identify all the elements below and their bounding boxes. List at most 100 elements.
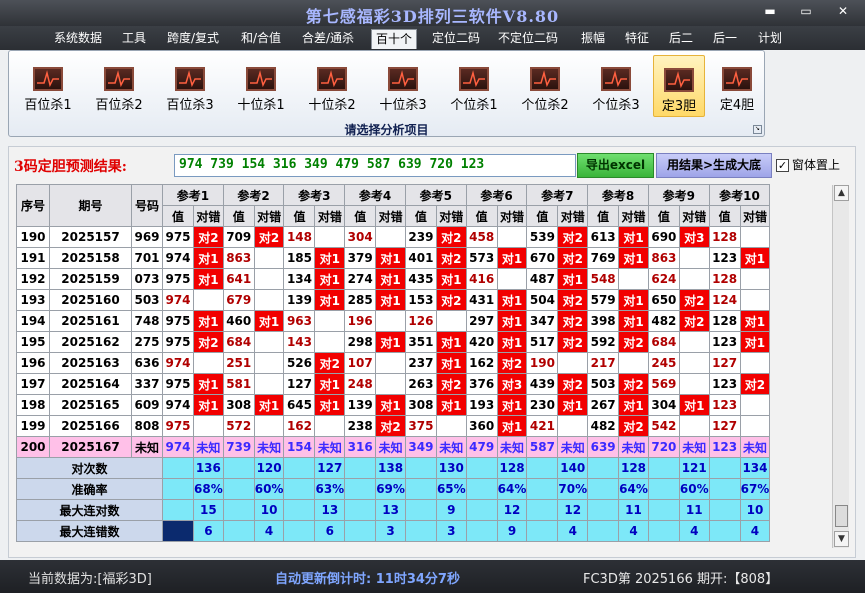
stats-blank (222, 499, 255, 521)
stats-label: 对次数 (16, 457, 163, 479)
ribbon-button-0[interactable]: 百位杀1 (15, 55, 81, 117)
ribbon-button-label: 百位杀2 (95, 98, 143, 113)
menu-item-1[interactable]: 工具 (118, 29, 150, 49)
stats-value: 4 (739, 520, 771, 542)
menu-item-3[interactable]: 和/合值 (237, 29, 285, 49)
checkbox-check-icon[interactable]: ✓ (776, 159, 789, 172)
stats-value: 10 (253, 499, 285, 521)
header-ref: 参考9 (647, 184, 710, 206)
stats-row: 准确率 68% 60% 63% 69% 65% 64% 70% 64% 60% 67% (16, 478, 771, 500)
row-period: 2025167 (49, 436, 132, 458)
cell-value: 679 (222, 289, 255, 311)
cell-hit: 对1 (739, 310, 771, 332)
cell-value: 128 (708, 226, 741, 248)
scroll-thumb[interactable] (835, 505, 848, 527)
table-row[interactable]: 190 2025157 969 975 对2 709 对2 148 304 239 对2 458 539… (16, 226, 771, 248)
table-row[interactable]: 193 2025160 503 974 679 139 对1 285 对1 153 对2 431 对1 5… (16, 289, 771, 311)
cell-hit (193, 352, 224, 374)
cell-value: 645 (283, 394, 316, 416)
table-row-pending[interactable]: 200 2025167 未知 974 未知 739 未知 154 未知 316 未知 349 未知 479… (16, 436, 771, 458)
cell-hit (739, 394, 771, 416)
ribbon-button-3[interactable]: 十位杀1 (228, 55, 294, 117)
ribbon-button-8[interactable]: 个位杀3 (583, 55, 649, 117)
cell-value: 401 (404, 247, 437, 269)
cell-value: 974 (162, 436, 194, 458)
ribbon-button-1[interactable]: 百位杀2 (86, 55, 152, 117)
close-button[interactable]: ✕ (833, 4, 853, 18)
vertical-scrollbar[interactable]: ▲ ▼ (832, 185, 849, 548)
maximize-button[interactable]: ▭ (796, 4, 816, 18)
chart-line-icon (388, 67, 418, 91)
menu-item-0[interactable]: 系统数据 (50, 29, 106, 49)
menu-item-10[interactable]: 后二 (665, 29, 697, 49)
ribbon-button-4[interactable]: 十位杀2 (299, 55, 365, 117)
cell-hit (193, 415, 224, 437)
table-row[interactable]: 191 2025158 701 974 对1 863 185 对1 379 对1 401 对2 573 对… (16, 247, 771, 269)
minimize-button[interactable]: ▬ (760, 4, 780, 18)
table-row[interactable]: 199 2025166 808 975 572 162 238 对2 375 360 对1 421 48… (16, 415, 771, 437)
cell-hit (253, 352, 285, 374)
cell-hit: 对1 (193, 310, 224, 332)
cell-value: 641 (222, 268, 255, 290)
cell-value: 975 (162, 373, 194, 395)
menu-item-4[interactable]: 合差/通杀 (298, 29, 358, 49)
ribbon-button-10[interactable]: 定4胆 (712, 55, 762, 117)
menu-item-2[interactable]: 跨度/复式 (163, 29, 223, 49)
topmost-checkbox[interactable]: ✓ 窗体置上 (776, 156, 840, 174)
scroll-up-icon[interactable]: ▲ (834, 185, 849, 201)
cell-value: 139 (344, 394, 377, 416)
cell-hit: 对1 (193, 394, 224, 416)
cell-value: 304 (647, 394, 680, 416)
menu-item-9[interactable]: 特征 (621, 29, 653, 49)
cell-hit (314, 331, 346, 353)
cell-hit: 对1 (618, 289, 649, 311)
ribbon-button-5[interactable]: 十位杀3 (370, 55, 436, 117)
menu-item-8[interactable]: 振幅 (577, 29, 609, 49)
cell-value: 587 (526, 436, 559, 458)
table-row[interactable]: 194 2025161 748 975 对1 460 对1 963 196 126 297 对1 347… (16, 310, 771, 332)
stats-value: 12 (557, 499, 589, 521)
export-excel-button[interactable]: 导出excel (577, 153, 654, 178)
cell-hit: 对1 (496, 394, 528, 416)
menu-item-11[interactable]: 后一 (709, 29, 741, 49)
scroll-down-icon[interactable]: ▼ (834, 531, 849, 547)
menu-item-12[interactable]: 计划 (754, 29, 786, 49)
ribbon-button-6[interactable]: 个位杀1 (441, 55, 507, 117)
cell-hit: 对1 (435, 394, 467, 416)
header-hit: 对错 (618, 205, 649, 227)
cell-value: 375 (404, 415, 437, 437)
table-row[interactable]: 196 2025163 636 974 251 526 对2 107 237 对1 162 对2 190… (16, 352, 771, 374)
stats-blank (465, 478, 498, 500)
stats-value: 12 (496, 499, 528, 521)
ribbon-expand-icon[interactable]: ↘ (753, 125, 762, 134)
cell-hit: 对2 (678, 310, 710, 332)
cell-hit (314, 310, 346, 332)
header-ref: 参考1 (162, 184, 224, 206)
row-seq: 200 (16, 436, 50, 458)
table-row[interactable]: 198 2025165 609 974 对1 308 对1 645 对1 139 对1 308 对1 19… (16, 394, 771, 416)
ribbon-button-7[interactable]: 个位杀2 (512, 55, 578, 117)
prediction-result-field[interactable]: 974 739 154 316 349 479 587 639 720 123 (174, 154, 576, 177)
stats-blank (404, 478, 437, 500)
cell-hit (678, 352, 710, 374)
table-row[interactable]: 197 2025164 337 975 对1 581 127 对1 248 263 对2 376 对3 4… (16, 373, 771, 395)
header-value: 值 (465, 205, 498, 227)
stats-blank (222, 478, 255, 500)
header-ref: 参考4 (344, 184, 406, 206)
table-row[interactable]: 195 2025162 275 975 对2 684 143 298 对1 351 对1 420 对1 5… (16, 331, 771, 353)
table-row[interactable]: 192 2025159 073 975 对1 641 134 对1 274 对1 435 对1 416 4… (16, 268, 771, 290)
cell-value: 974 (162, 289, 194, 311)
title-bar: 第七感福彩3D排列三软件V8.80 ▬ ▭ ✕ (0, 0, 865, 26)
menu-item-5[interactable]: 百十个 (371, 29, 418, 49)
stats-value: 13 (375, 499, 406, 521)
ribbon-button-9[interactable]: 定3胆 (653, 55, 705, 117)
menu-item-6[interactable]: 定位二码 (428, 29, 484, 49)
row-period: 2025158 (49, 247, 132, 269)
ribbon-button-2[interactable]: 百位杀3 (157, 55, 223, 117)
row-period: 2025157 (49, 226, 132, 248)
cell-hit: 对1 (314, 394, 346, 416)
generate-base-button[interactable]: 用结果>生成大底 (656, 153, 772, 178)
cell-hit: 对1 (253, 394, 285, 416)
cell-hit: 对3 (678, 226, 710, 248)
menu-item-7[interactable]: 不定位二码 (494, 29, 562, 49)
